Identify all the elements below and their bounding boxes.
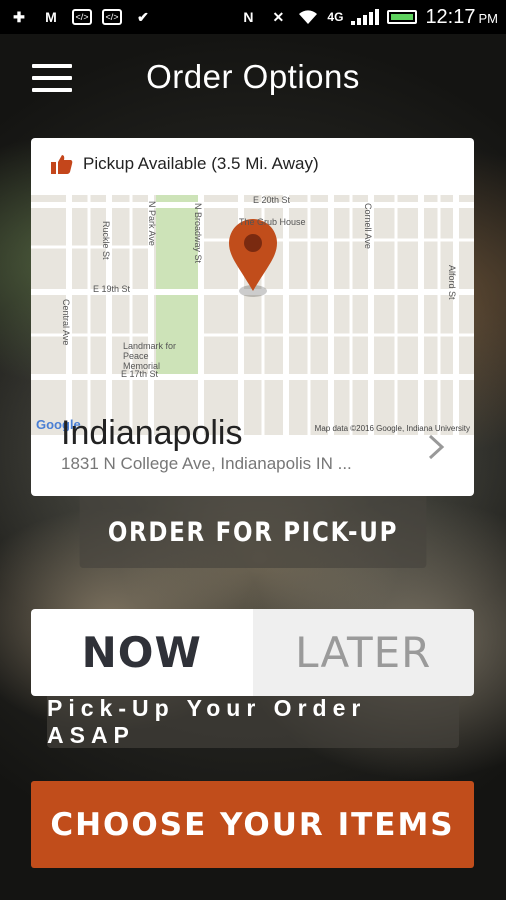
wifi-icon: [297, 8, 319, 26]
location-map[interactable]: E 20th St E 19th St E 17th St N Park Ave…: [31, 195, 474, 435]
pickup-availability: Pickup Available (3.5 Mi. Away): [51, 154, 319, 174]
street-label: Cornell Ave: [363, 203, 373, 249]
timing-description: Pick-Up Your Order ASAP: [47, 695, 459, 748]
place-label: Landmark for Peace Memorial: [123, 341, 177, 371]
location-address: 1831 N College Ave, Indianapolis IN ...: [61, 454, 352, 473]
place-label: The Grub House: [239, 217, 306, 227]
availability-text: Pickup Available (3.5 Mi. Away): [83, 154, 319, 173]
battery-icon: [387, 10, 418, 24]
status-time: 12:17 PM: [425, 5, 498, 28]
street-label: N Broadway St: [193, 203, 203, 264]
street-label: Central Ave: [61, 299, 71, 346]
map-streets: [31, 195, 474, 435]
nfc-icon: N: [243, 9, 254, 25]
chevron-right-icon[interactable]: [426, 434, 446, 460]
location-card[interactable]: Pickup Available (3.5 Mi. Away) E 20th S…: [31, 138, 474, 496]
location-city: Indianapolis: [61, 414, 243, 452]
network-type: 4G: [327, 10, 344, 24]
street-label: E 19th St: [93, 284, 131, 294]
street-label: Ruckle St: [101, 221, 111, 260]
street-label: Alford St: [447, 265, 457, 300]
chat-check-icon: ✔: [137, 8, 149, 25]
code-icon-2: </>: [102, 9, 122, 25]
choose-items-button[interactable]: CHOOSE YOUR ITEMS: [31, 781, 474, 868]
signal-icon: [351, 9, 380, 25]
app-header: Order Options: [0, 34, 506, 120]
thumbs-up-icon: [51, 154, 73, 174]
map-attribution: Map data ©2016 Google, Indiana Universit…: [314, 424, 470, 433]
timing-toggle: NOW LATER: [31, 609, 474, 696]
page-title: Order Options: [146, 58, 360, 95]
status-bar: ✚ M </> </> ✔ N ✕ 4G 12:17 PM: [0, 0, 506, 34]
vibrate-mute-icon: ✕: [272, 8, 285, 25]
add-icon: ✚: [13, 8, 25, 25]
gmail-icon: M: [45, 9, 57, 25]
later-option[interactable]: LATER: [252, 609, 474, 696]
street-label: N Park Ave: [147, 201, 157, 246]
code-icon: </>: [72, 9, 92, 25]
now-option[interactable]: NOW: [31, 609, 253, 696]
order-for-pickup-button[interactable]: ORDER FOR PICK-UP: [79, 496, 427, 568]
street-label: E 20th St: [253, 195, 291, 205]
